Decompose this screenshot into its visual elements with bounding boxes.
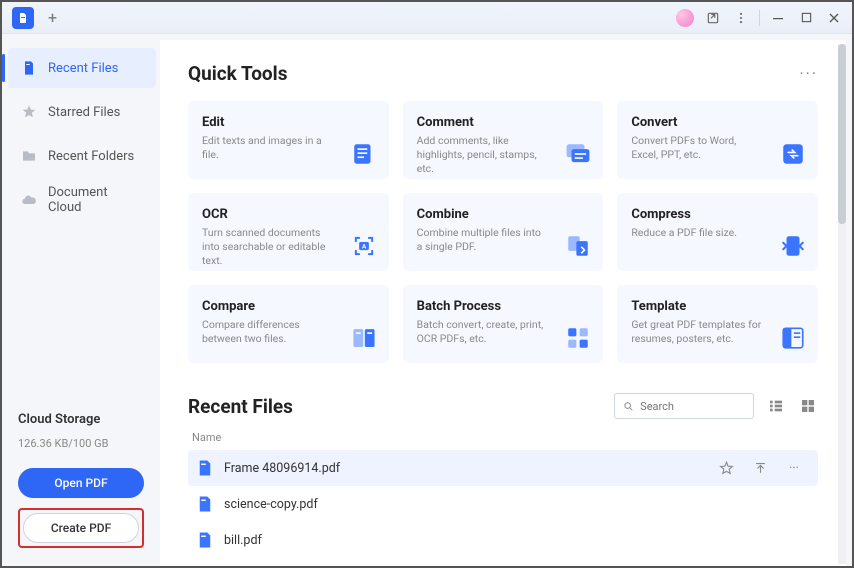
- scrollbar-thumb[interactable]: [838, 44, 846, 224]
- batch-icon: [565, 325, 591, 351]
- card-title: Template: [631, 299, 804, 314]
- sidebar-item-starred-files[interactable]: Starred Files: [8, 92, 156, 132]
- template-icon: [780, 325, 806, 351]
- card-desc: Combine multiple files into a single PDF…: [417, 226, 547, 254]
- card-title: Compare: [202, 299, 375, 314]
- card-desc: Reduce a PDF file size.: [631, 226, 761, 240]
- file-row[interactable]: bill.pdf: [188, 522, 818, 558]
- upload-file-icon[interactable]: [748, 461, 772, 476]
- card-desc: Batch convert, create, print, OCR PDFs, …: [417, 318, 547, 346]
- card-combine[interactable]: Combine Combine multiple files into a si…: [403, 193, 604, 271]
- quick-tools-more-icon[interactable]: ···: [799, 64, 818, 83]
- sidebar-item-label: Recent Folders: [48, 149, 134, 164]
- card-comment[interactable]: Comment Add comments, like highlights, p…: [403, 101, 604, 179]
- edit-icon: [351, 141, 377, 167]
- sidebar-item-document-cloud[interactable]: Document Cloud: [8, 180, 156, 220]
- file-more-icon[interactable]: ···: [782, 461, 806, 476]
- avatar-icon[interactable]: [671, 4, 699, 32]
- ocr-icon: A: [351, 233, 377, 259]
- card-desc: Turn scanned documents into searchable o…: [202, 226, 332, 269]
- maximize-button[interactable]: [792, 4, 820, 32]
- card-compress[interactable]: Compress Reduce a PDF file size.: [617, 193, 818, 271]
- create-pdf-button[interactable]: Create PDF: [23, 513, 139, 543]
- card-edit[interactable]: Edit Edit texts and images in a file.: [188, 101, 389, 179]
- grid-view-button[interactable]: [798, 396, 818, 416]
- sidebar-item-recent-folders[interactable]: Recent Folders: [8, 136, 156, 176]
- search-box[interactable]: [614, 393, 754, 419]
- card-title: Edit: [202, 115, 375, 130]
- star-file-icon[interactable]: [714, 461, 738, 476]
- sidebar-item-label: Document Cloud: [48, 185, 144, 215]
- convert-icon: [780, 141, 806, 167]
- card-title: Comment: [417, 115, 590, 130]
- sidebar-item-label: Recent Files: [48, 61, 118, 76]
- sidebar: Recent Files Starred Files Recent Folder…: [2, 34, 160, 566]
- card-title: Combine: [417, 207, 590, 222]
- list-view-button[interactable]: [766, 396, 786, 416]
- recent-files-title: Recent Files: [188, 395, 293, 418]
- comment-icon: [565, 141, 591, 167]
- quick-tools-grid: Edit Edit texts and images in a file. Co…: [188, 101, 818, 363]
- minimize-button[interactable]: [764, 4, 792, 32]
- titlebar: +: [2, 2, 852, 34]
- quick-tools-title: Quick Tools: [188, 62, 287, 85]
- compare-icon: [351, 325, 377, 351]
- share-icon[interactable]: [699, 4, 727, 32]
- card-title: Convert: [631, 115, 804, 130]
- card-compare[interactable]: Compare Compare differences between two …: [188, 285, 389, 363]
- card-desc: Compare differences between two files.: [202, 318, 332, 346]
- cloud-storage-usage: 126.36 KB/100 GB: [18, 437, 144, 450]
- file-row[interactable]: [188, 558, 818, 566]
- pdf-file-icon: [196, 495, 214, 513]
- new-tab-button[interactable]: +: [48, 8, 57, 27]
- divider: [759, 10, 760, 26]
- card-desc: Add comments, like highlights, pencil, s…: [417, 134, 547, 177]
- card-title: Batch Process: [417, 299, 590, 314]
- card-title: Compress: [631, 207, 804, 222]
- search-icon: [623, 400, 634, 413]
- sidebar-item-label: Starred Files: [48, 105, 120, 120]
- create-pdf-highlight: Create PDF: [18, 508, 144, 548]
- pdf-file-icon: [196, 531, 214, 549]
- file-row[interactable]: Frame 48096914.pdf ···: [188, 450, 818, 486]
- close-button[interactable]: [820, 4, 848, 32]
- star-icon: [20, 103, 38, 121]
- folder-icon: [20, 147, 38, 165]
- sidebar-bottom: Cloud Storage 126.36 KB/100 GB Open PDF …: [2, 400, 160, 566]
- card-batch-process[interactable]: Batch Process Batch convert, create, pri…: [403, 285, 604, 363]
- card-ocr[interactable]: OCR Turn scanned documents into searchab…: [188, 193, 389, 271]
- main-content: Quick Tools ··· Edit Edit texts and imag…: [160, 40, 846, 566]
- app-logo-icon: [12, 7, 34, 29]
- card-template[interactable]: Template Get great PDF templates for res…: [617, 285, 818, 363]
- sidebar-item-recent-files[interactable]: Recent Files: [8, 48, 156, 88]
- card-desc: Get great PDF templates for resumes, pos…: [631, 318, 761, 346]
- card-convert[interactable]: Convert Convert PDFs to Word, Excel, PPT…: [617, 101, 818, 179]
- search-input[interactable]: [640, 400, 745, 413]
- card-desc: Edit texts and images in a file.: [202, 134, 332, 162]
- card-title: OCR: [202, 207, 375, 222]
- kebab-menu-icon[interactable]: [727, 4, 755, 32]
- file-icon: [20, 59, 38, 77]
- pdf-file-icon: [196, 459, 214, 477]
- compress-icon: [780, 233, 806, 259]
- combine-icon: [565, 233, 591, 259]
- file-name: science-copy.pdf: [224, 497, 810, 512]
- svg-text:A: A: [361, 242, 366, 250]
- cloud-storage-title: Cloud Storage: [18, 412, 144, 427]
- open-pdf-button[interactable]: Open PDF: [18, 468, 144, 498]
- file-row[interactable]: science-copy.pdf: [188, 486, 818, 522]
- cloud-icon: [20, 191, 38, 209]
- file-name: bill.pdf: [224, 533, 810, 548]
- column-header-name: Name: [188, 431, 818, 444]
- file-name: Frame 48096914.pdf: [224, 461, 714, 476]
- card-desc: Convert PDFs to Word, Excel, PPT, etc.: [631, 134, 761, 162]
